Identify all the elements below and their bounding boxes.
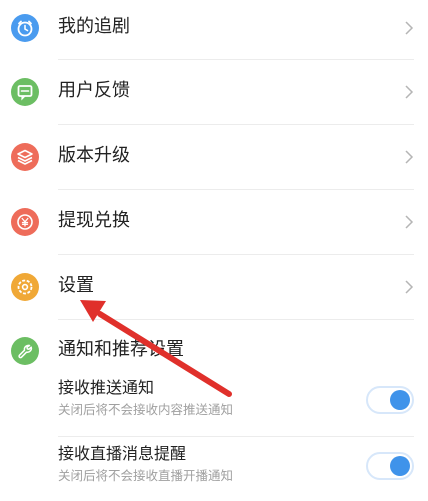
menu-item-feedback[interactable]: 用户反馈: [0, 60, 428, 124]
push-notification-toggle[interactable]: [366, 386, 414, 414]
menu-item-settings[interactable]: 设置: [0, 255, 428, 319]
toggle-description: 关闭后将不会接收直播开播通知: [58, 468, 234, 483]
push-notification-row: 接收推送通知 关闭后将不会接收内容推送通知: [0, 374, 428, 426]
chevron-right-icon: [404, 277, 414, 297]
toggle-description: 关闭后将不会接收内容推送通知: [58, 402, 234, 417]
divider: [58, 319, 414, 320]
section-title: 通知和推荐设置: [58, 339, 184, 360]
yuan-icon: [11, 208, 39, 236]
notification-settings-header: 通知和推荐设置: [0, 334, 428, 370]
live-reminder-toggle[interactable]: [366, 452, 414, 480]
chevron-right-icon: [404, 82, 414, 102]
menu-item-label: 用户反馈: [58, 80, 130, 101]
toggle-knob: [390, 390, 410, 410]
menu-item-label: 提现兑换: [58, 210, 130, 231]
alarm-clock-icon: [11, 14, 39, 42]
toggle-knob: [390, 456, 410, 476]
menu-item-withdraw-exchange[interactable]: 提现兑换: [0, 190, 428, 254]
feedback-icon: [11, 78, 39, 106]
toggle-title: 接收推送通知: [58, 378, 155, 397]
menu-item-label: 我的追剧: [58, 16, 130, 37]
wrench-icon: [11, 337, 39, 365]
menu-item-version-upgrade[interactable]: 版本升级: [0, 125, 428, 189]
layers-icon: [11, 143, 39, 171]
chevron-right-icon: [404, 212, 414, 232]
menu-item-label: 版本升级: [58, 145, 130, 166]
menu-item-my-shows[interactable]: 我的追剧: [0, 0, 428, 60]
gear-icon: [11, 273, 39, 301]
live-reminder-row: 接收直播消息提醒 关闭后将不会接收直播开播通知: [0, 440, 428, 492]
chevron-right-icon: [404, 18, 414, 38]
toggle-title: 接收直播消息提醒: [58, 444, 187, 463]
chevron-right-icon: [404, 147, 414, 167]
menu-item-label: 设置: [58, 275, 94, 296]
divider: [58, 436, 414, 437]
